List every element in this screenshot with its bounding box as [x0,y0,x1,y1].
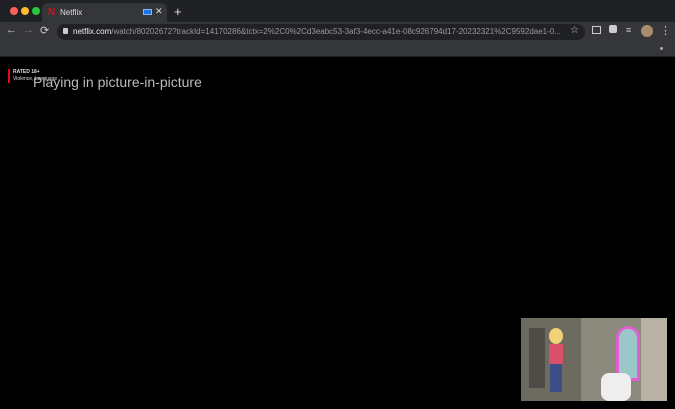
tab-title: Netflix [60,8,83,17]
back-button[interactable]: ← [6,24,17,36]
close-window-button[interactable] [10,7,18,15]
video-character-2 [601,373,631,401]
pip-message: Playing in picture-in-picture [33,74,202,90]
pip-extension-icon[interactable] [592,26,601,34]
new-tab-button[interactable]: + [174,4,182,19]
lock-icon [63,28,68,34]
video-character-head [549,328,563,344]
overflow-icon[interactable] [660,47,663,50]
extensions-puzzle-icon[interactable] [609,25,617,33]
video-wall [641,318,667,401]
title-bar: N Netflix ✕ + [0,0,675,22]
minimize-window-button[interactable] [21,7,29,15]
video-character-legs [550,364,562,392]
video-character-shirt [549,344,563,364]
url-host: netflix.com [73,27,112,36]
picture-in-picture-window[interactable] [521,318,667,401]
chrome-menu-button[interactable]: ⋮ [660,24,671,37]
address-bar[interactable]: netflix.com/watch/80202672?trackId=14170… [57,24,585,40]
bookmark-star-icon[interactable]: ☆ [570,25,579,36]
profile-avatar[interactable] [641,25,653,37]
maximize-window-button[interactable] [32,7,40,15]
bookmarks-bar [0,41,675,57]
picture-in-picture-icon [143,9,152,15]
browser-toolbar: ← → ⟳ netflix.com/watch/80202672?trackId… [0,22,675,41]
netflix-logo-icon: N [48,7,56,18]
close-tab-button[interactable]: ✕ [155,6,163,17]
reload-button[interactable]: ⟳ [40,24,49,37]
media-control-icon[interactable]: ≡ [626,25,631,35]
url-path: /watch/80202672?trackId=14170286&tctx=2%… [111,27,561,36]
forward-button[interactable]: → [23,24,34,36]
video-door [529,328,545,388]
tab-netflix[interactable]: N Netflix ✕ [42,3,167,22]
